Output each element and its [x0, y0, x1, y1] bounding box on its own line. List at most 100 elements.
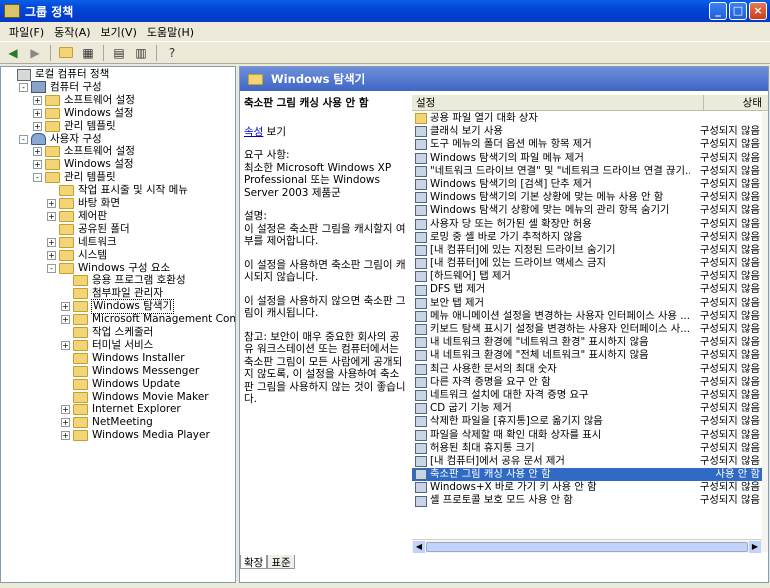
- tree-item[interactable]: - 관리 템플릿: [33, 171, 117, 184]
- setting-row[interactable]: 최근 사용한 문서의 최대 숫자 구성되지 않음: [412, 363, 762, 376]
- setting-row[interactable]: Windows+X 바로 가기 키 사용 안 함 구성되지 않음: [412, 481, 762, 494]
- setting-row[interactable]: 삭제한 파일을 [휴지통]으로 옮기지 않음 구성되지 않음: [412, 415, 762, 428]
- tree-item[interactable]: 공유된 폴더: [47, 223, 131, 236]
- collapse-icon[interactable]: -: [33, 173, 42, 183]
- setting-row[interactable]: 파일을 삭제할 때 확인 대화 상자를 표시 구성되지 않음: [412, 429, 762, 442]
- menu-view[interactable]: 보기(V): [96, 24, 142, 40]
- setting-row[interactable]: 로밍 중 셸 바로 가기 추적하지 않음 구성되지 않음: [412, 231, 762, 244]
- expand-icon[interactable]: +: [61, 315, 70, 325]
- tree-item[interactable]: - Windows 구성 요소: [47, 262, 171, 275]
- setting-row[interactable]: [하드웨어] 탭 제거 구성되지 않음: [412, 270, 762, 283]
- tree-item[interactable]: + 시스템: [47, 249, 108, 262]
- tree-item[interactable]: + Microsoft Management Console: [61, 313, 235, 326]
- collapse-icon[interactable]: -: [47, 263, 56, 273]
- tree-item[interactable]: + Windows 설정: [33, 158, 135, 171]
- setting-row[interactable]: 도구 메뉴의 폴더 옵션 메뉴 항목 제거 구성되지 않음: [412, 138, 762, 151]
- properties-icon[interactable]: ▤: [110, 44, 128, 62]
- setting-row[interactable]: Windows 탐색기의 기본 상황에 맞는 메뉴 사용 안 함 구성되지 않음: [412, 191, 762, 204]
- tree-item[interactable]: + Windows 설정: [33, 107, 135, 120]
- expand-icon[interactable]: +: [61, 418, 70, 428]
- setting-row[interactable]: 내 네트워크 환경에 "전체 네트워크" 표시하지 않음 구성되지 않음: [412, 349, 762, 362]
- tree-item[interactable]: Windows Installer: [61, 352, 186, 365]
- expand-icon[interactable]: +: [33, 147, 42, 157]
- tree-item[interactable]: 응용 프로그램 호환성: [61, 274, 187, 287]
- expand-icon[interactable]: +: [33, 121, 42, 131]
- properties-link[interactable]: 속성: [244, 126, 263, 138]
- minimize-button[interactable]: _: [709, 2, 727, 20]
- expand-icon[interactable]: +: [33, 160, 42, 170]
- export-list-icon[interactable]: ▥: [132, 44, 150, 62]
- back-arrow-icon[interactable]: ◀: [4, 44, 22, 62]
- tree-item[interactable]: + 소프트웨어 설정: [33, 145, 136, 158]
- scroll-thumb[interactable]: [426, 542, 748, 552]
- setting-row[interactable]: [내 컴퓨터]에 있는 드라이브 액세스 금지 구성되지 않음: [412, 257, 762, 270]
- tree-item[interactable]: Windows Movie Maker: [61, 391, 210, 404]
- tree-item[interactable]: + Internet Explorer: [61, 403, 182, 416]
- vertical-scrollbar[interactable]: [762, 112, 768, 552]
- menu-help[interactable]: 도움말(H): [142, 24, 199, 40]
- setting-row[interactable]: 보안 탭 제거 구성되지 않음: [412, 297, 762, 310]
- collapse-icon[interactable]: -: [19, 134, 28, 144]
- tree-item[interactable]: Windows Update: [61, 378, 181, 391]
- setting-row[interactable]: "네트워크 드라이브 연결" 및 "네트워크 드라이브 연결 끊기... 구성되지…: [412, 165, 762, 178]
- help-icon[interactable]: ?: [163, 44, 181, 62]
- expand-icon[interactable]: +: [61, 405, 70, 415]
- setting-row[interactable]: 공용 파일 열기 대화 상자: [412, 112, 762, 125]
- tab-extended[interactable]: 확장: [240, 555, 268, 569]
- expand-icon[interactable]: +: [61, 302, 70, 312]
- setting-row[interactable]: 다른 자격 증명을 요구 안 함 구성되지 않음: [412, 376, 762, 389]
- horizontal-scrollbar[interactable]: ◀ ▶: [412, 539, 762, 553]
- setting-row[interactable]: 셸 프로토콜 보호 모드 사용 안 함 구성되지 않음: [412, 494, 762, 507]
- expand-icon[interactable]: +: [47, 237, 56, 247]
- setting-row[interactable]: Windows 탐색기의 파일 메뉴 제거 구성되지 않음: [412, 152, 762, 165]
- expand-icon[interactable]: +: [33, 108, 42, 118]
- tree-item[interactable]: 작업 스케줄러: [61, 326, 154, 339]
- setting-row[interactable]: 키보드 탐색 표시기 설정을 변경하는 사용자 인터페이스 사... 구성되지 않…: [412, 323, 762, 336]
- setting-row[interactable]: Windows 탐색기 상황에 맞는 메뉴의 관리 항목 숨기기 구성되지 않음: [412, 204, 762, 217]
- tree-item[interactable]: + 바탕 화면: [47, 197, 121, 210]
- menu-file[interactable]: 파일(F): [4, 24, 49, 40]
- close-button[interactable]: ×: [749, 2, 767, 20]
- expand-icon[interactable]: +: [33, 95, 42, 105]
- forward-arrow-icon[interactable]: ▶: [26, 44, 44, 62]
- maximize-button[interactable]: □: [729, 2, 747, 20]
- column-setting[interactable]: 설정: [412, 95, 704, 110]
- setting-row[interactable]: DFS 탭 제거 구성되지 않음: [412, 283, 762, 296]
- tree-item[interactable]: + 소프트웨어 설정: [33, 94, 136, 107]
- column-state[interactable]: 상태: [704, 95, 768, 110]
- setting-row[interactable]: Windows 탐색기의 [검색] 단추 제거 구성되지 않음: [412, 178, 762, 191]
- menu-action[interactable]: 동작(A): [49, 24, 95, 40]
- tree-item[interactable]: - 컴퓨터 구성: [19, 81, 103, 94]
- tree-item[interactable]: 로컬 컴퓨터 정책: [5, 68, 110, 81]
- setting-row[interactable]: [내 컴퓨터]에서 공유 문서 제거 구성되지 않음: [412, 455, 762, 468]
- show-hide-tree-icon[interactable]: ▦: [79, 44, 97, 62]
- setting-row[interactable]: 허용된 최대 휴지통 크기 구성되지 않음: [412, 442, 762, 455]
- tree-item[interactable]: + Windows Media Player: [61, 429, 211, 442]
- tree-item[interactable]: + NetMeeting: [61, 416, 154, 429]
- scroll-left-icon[interactable]: ◀: [413, 541, 425, 553]
- tree-item[interactable]: 작업 표시줄 및 시작 메뉴: [47, 184, 189, 197]
- expand-icon[interactable]: +: [61, 431, 70, 441]
- tree-item[interactable]: + 관리 템플릿: [33, 120, 117, 133]
- setting-row[interactable]: [내 컴퓨터]에 있는 지정된 드라이브 숨기기 구성되지 않음: [412, 244, 762, 257]
- setting-row[interactable]: 축소판 그림 캐싱 사용 안 함 사용 안 함: [412, 468, 762, 482]
- tab-standard[interactable]: 표준: [267, 555, 295, 569]
- tree-item[interactable]: + 제어판: [47, 210, 108, 223]
- collapse-icon[interactable]: -: [19, 82, 28, 92]
- scroll-right-icon[interactable]: ▶: [749, 541, 761, 553]
- setting-row[interactable]: CD 굽기 기능 제거 구성되지 않음: [412, 402, 762, 415]
- expand-icon[interactable]: +: [47, 199, 56, 208]
- setting-row[interactable]: 내 네트워크 환경에 "네트워크 환경" 표시하지 않음 구성되지 않음: [412, 336, 762, 349]
- tree-item[interactable]: Windows Messenger: [61, 365, 200, 378]
- tree-item[interactable]: + 네트워크: [47, 236, 118, 249]
- setting-row[interactable]: 메뉴 애니메이션 설정을 변경하는 사용자 인터페이스 사용 ... 구성되지 않…: [412, 310, 762, 323]
- up-folder-icon[interactable]: [57, 44, 75, 62]
- setting-row[interactable]: 사용자 당 또는 허가된 셸 확장만 허용 구성되지 않음: [412, 218, 762, 231]
- tree-item[interactable]: - 사용자 구성: [19, 133, 103, 146]
- setting-row[interactable]: 클래식 보기 사용 구성되지 않음: [412, 125, 762, 138]
- expand-icon[interactable]: +: [47, 250, 56, 260]
- expand-icon[interactable]: +: [47, 211, 56, 221]
- tree-item[interactable]: + Windows 탐색기: [61, 299, 175, 315]
- expand-icon[interactable]: +: [61, 340, 70, 350]
- setting-row[interactable]: 네트워크 설치에 대한 자격 증명 요구 구성되지 않음: [412, 389, 762, 402]
